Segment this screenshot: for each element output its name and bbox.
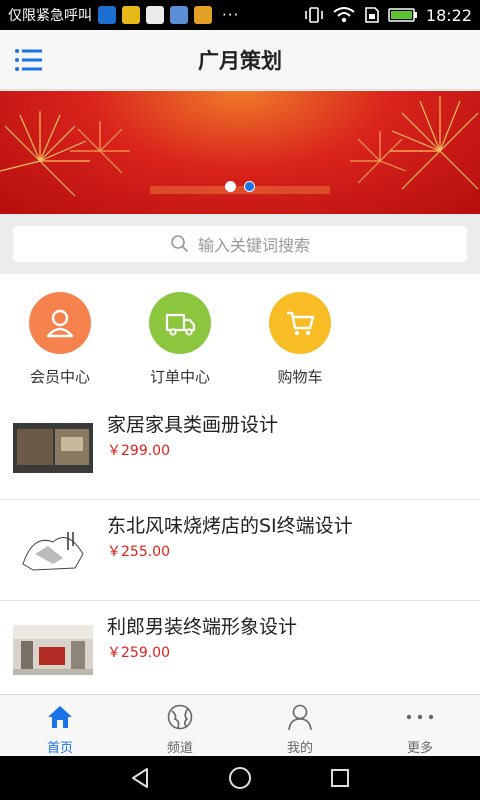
calendar-icon — [146, 6, 164, 24]
bottom-tab-bar: 首页 频道 我的 更多 — [0, 694, 480, 756]
product-name: 家居家具类画册设计 — [107, 414, 279, 436]
home-circle-icon[interactable] — [226, 764, 254, 792]
product-item[interactable]: 利郎男装终端形象设计 ￥259.00 — [0, 601, 480, 694]
home-icon — [45, 703, 75, 731]
vibrate-icon — [305, 7, 323, 23]
tab-label: 首页 — [46, 741, 73, 756]
user-icon — [285, 703, 315, 731]
carousel-dot-2[interactable] — [244, 181, 255, 192]
tab-home[interactable]: 首页 — [0, 695, 120, 756]
product-price: ￥259.00 — [107, 645, 170, 661]
tab-label: 更多 — [406, 741, 433, 756]
cart-icon — [269, 292, 331, 354]
quick-link-cart[interactable]: 购物车 — [250, 292, 350, 387]
carousel-indicators — [0, 181, 480, 192]
truck-icon — [149, 292, 211, 354]
wifi-icon — [333, 7, 355, 23]
mail-icon — [170, 6, 188, 24]
product-name: 东北风味烧烤店的SI终端设计 — [107, 515, 353, 537]
photos-icon — [194, 6, 212, 24]
product-thumbnail — [13, 423, 93, 473]
search-input[interactable]: 输入关键词搜索 — [13, 226, 467, 262]
tab-label: 频道 — [166, 741, 193, 756]
carrier-text: 仅限紧急呼叫 — [8, 8, 92, 24]
channel-globe-icon — [165, 703, 195, 731]
battery-icon — [388, 8, 417, 22]
clock-text: 18:22 — [425, 5, 472, 25]
quick-link-label: 会员中心 — [29, 368, 90, 386]
banner-carousel[interactable] — [0, 91, 480, 214]
quick-link-label: 购物车 — [277, 368, 323, 386]
status-bar: 仅限紧急呼叫 ··· 18:22 — [0, 0, 480, 30]
tab-label: 我的 — [286, 741, 313, 756]
recents-square-icon[interactable] — [326, 764, 354, 792]
product-list: 家居家具类画册设计 ￥299.00 东北风味烧烤店的SI终端设计 ￥255.00… — [0, 399, 480, 694]
notification-icons: ··· — [98, 6, 239, 24]
search-placeholder: 输入关键词搜索 — [197, 236, 310, 255]
tab-more[interactable]: 更多 — [360, 695, 480, 756]
app-header: 广月策划 — [0, 30, 480, 90]
tab-mine[interactable]: 我的 — [240, 695, 360, 756]
quick-links: 会员中心 订单中心 购物车 — [0, 274, 480, 399]
quick-link-order-center[interactable]: 订单中心 — [130, 292, 230, 387]
product-name: 利郎男装终端形象设计 — [107, 616, 298, 638]
page-title: 广月策划 — [198, 48, 282, 73]
product-item[interactable]: 东北风味烧烤店的SI终端设计 ￥255.00 — [0, 500, 480, 601]
search-icon — [171, 235, 189, 253]
fireworks-banner-image — [0, 96, 479, 197]
hamburger-menu-icon[interactable] — [14, 46, 44, 74]
product-thumbnail — [13, 625, 93, 675]
browser-icon — [98, 6, 116, 24]
more-dots-icon — [405, 703, 435, 731]
quick-link-member-center[interactable]: 会员中心 — [10, 292, 110, 387]
quick-link-label: 订单中心 — [149, 368, 210, 386]
product-thumbnail — [13, 524, 93, 574]
product-price: ￥299.00 — [107, 443, 170, 459]
more-notifications-icon: ··· — [222, 6, 240, 24]
product-price: ￥255.00 — [107, 544, 170, 560]
sim-icon — [365, 7, 379, 23]
wechat-icon — [122, 6, 140, 24]
tab-channel[interactable]: 频道 — [120, 695, 240, 756]
back-icon[interactable] — [126, 764, 154, 792]
product-item[interactable]: 家居家具类画册设计 ￥299.00 — [0, 399, 480, 500]
member-icon — [29, 292, 91, 354]
system-navigation-bar — [0, 756, 480, 800]
carousel-dot-1[interactable] — [225, 181, 236, 192]
search-bar-container: 输入关键词搜索 — [0, 214, 480, 274]
